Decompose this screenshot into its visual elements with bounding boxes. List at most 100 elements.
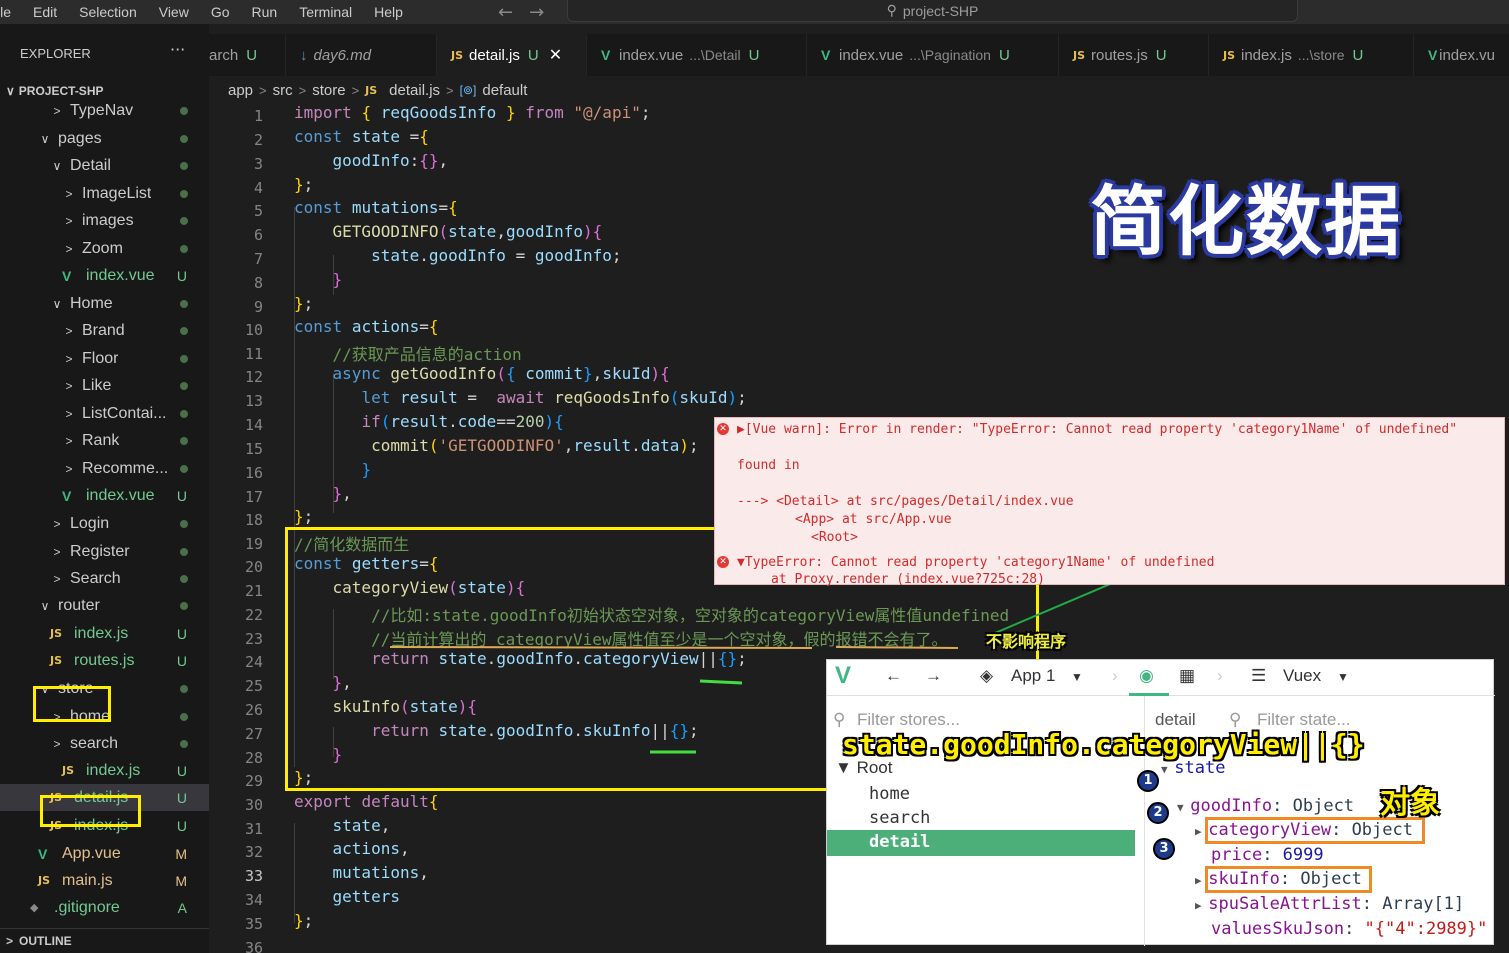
close-icon[interactable]: ✕ [549,45,562,65]
line-number: 30 [244,796,263,814]
valuesskujson-node: valuesSkuJson: "{"4":2989}" [1211,919,1488,939]
tree-item[interactable]: JS routes.js U [0,647,209,674]
command-center[interactable]: ⚲ project-SHP [567,0,1298,22]
code-line-5: const mutations={ [294,198,458,217]
tree-item[interactable]: > TypeNav [0,97,209,124]
breadcrumb-symbol[interactable]: default [482,82,527,99]
code-line-6: GETGOODINFO(state,goodInfo){ [332,222,603,241]
menu-terminal[interactable]: Terminal [288,4,363,20]
tree-item[interactable]: > ImageList [0,180,209,207]
tree-item[interactable]: > Register [0,538,209,565]
compass-icon[interactable]: ◉ [1139,666,1154,686]
tree-item[interactable]: ∨ router [0,592,209,619]
back-arrow-icon[interactable]: ← [498,2,513,23]
git-status-dot [180,684,188,693]
tree-item[interactable]: JS index.js U [0,757,209,784]
tree-item[interactable]: > search [0,730,209,757]
store-item-home[interactable]: home [869,784,910,804]
menu-view[interactable]: View [148,4,200,20]
timeline-icon[interactable]: ▦ [1179,666,1195,686]
caret-down-icon[interactable]: ▼ [1337,670,1349,684]
error-line[interactable]: ---> <Detail> at src/pages/Detail/index.… [737,494,1074,509]
filter-stores-input[interactable]: Filter stores... [857,710,960,730]
menu-help[interactable]: Help [363,4,414,20]
tree-item[interactable]: Vindex.vue U [0,262,209,289]
tree-item[interactable]: ∨ Detail [0,152,209,179]
breadcrumb-app[interactable]: app [228,82,253,99]
store-tree-root[interactable]: ▼ Root [835,758,892,778]
tree-item[interactable]: ∨ Home [0,290,209,317]
tree-item[interactable]: ∨ pages [0,125,209,152]
error-icon: ✕ [717,423,729,435]
forward-arrow-icon[interactable]: → [529,2,544,23]
tab-index-vue-pagination[interactable]: V index.vue ...\Pagination U [807,34,1059,76]
spusaleattrlist-node[interactable]: ▶ spuSaleAttrList: Array[1] [1195,894,1464,914]
detail-label: detail [1155,710,1196,729]
step-marker-1: 1 [1137,770,1159,792]
error-line[interactable]: at Proxy.render (index.vue?725c:28) [771,572,1045,587]
git-status-dot [180,354,188,363]
tree-item[interactable]: > Recomme... [0,455,209,482]
tree-item[interactable]: > Zoom [0,235,209,262]
state-node[interactable]: ▼ state [1161,758,1225,778]
back-arrow-icon[interactable]: ← [885,666,902,686]
tree-item[interactable]: JS main.js M [0,867,209,894]
tab-day6-md[interactable]: ↓ day6.md [286,34,437,76]
git-status-dot [180,216,188,225]
tree-item-label: router [58,596,100,614]
js-file-icon: JS [1073,48,1086,62]
git-status-dot [180,712,188,721]
editor-tabs: arch U ↓ day6.md JS detail.js U ✕ V inde… [209,34,1509,76]
store-item-search[interactable]: search [869,808,930,828]
outline-section[interactable]: > OUTLINE [0,928,209,953]
code-line-13: let result = await reqGoodsInfo(skuId); [361,388,747,407]
vuex-selector[interactable]: Vuex [1283,666,1321,686]
git-status-dot [180,739,188,748]
git-status-badge: M [175,845,187,862]
tab-index-vue-detail[interactable]: V index.vue ...\Detail U [587,34,807,76]
tree-item[interactable]: > Login [0,510,209,537]
menu-edit[interactable]: Edit [22,4,68,20]
more-actions-icon[interactable]: ··· [170,40,185,59]
breadcrumb-src[interactable]: src [273,82,293,99]
tree-item[interactable]: > Brand [0,317,209,344]
separator-icon: › [1112,666,1118,685]
tree-item[interactable]: > Rank [0,427,209,454]
error-line[interactable]: <App> at src/App.vue [795,512,952,527]
tab-detail-js[interactable]: JS detail.js U ✕ [437,34,587,76]
tab-index-js-store[interactable]: JS index.js ...\store U [1209,34,1414,76]
forward-arrow-icon[interactable]: → [925,666,942,686]
tree-item[interactable]: ◆ .gitignore A [0,894,209,921]
tree-item[interactable]: JS index.js U [0,620,209,647]
tab-routes-js[interactable]: JS routes.js U [1059,34,1209,76]
js-file-icon: JS [1223,48,1236,62]
menu-run[interactable]: Run [241,4,289,20]
app-selector[interactable]: App 1 [1011,666,1055,686]
filter-state-input[interactable]: Filter state... [1257,710,1351,730]
js-file-icon: JS [38,874,51,887]
menu-selection[interactable]: Selection [68,4,148,20]
tab-search[interactable]: arch U [209,34,286,76]
tree-item[interactable]: > Floor [0,345,209,372]
store-item-detail[interactable]: detail [827,830,1135,856]
tree-item[interactable]: > Search [0,565,209,592]
breadcrumb-file[interactable]: detail.js [389,82,440,99]
tree-item[interactable]: > images [0,207,209,234]
tree-item[interactable]: > ListContai... [0,400,209,427]
tree-item[interactable]: V App.vue M [0,840,209,867]
tab-index-vue-overflow[interactable]: V index.vu [1414,34,1509,76]
goodinfo-node[interactable]: ▼ goodInfo: Object [1177,796,1354,816]
tree-item[interactable]: > Like [0,372,209,399]
breadcrumb-store[interactable]: store [312,82,345,99]
line-number: 14 [244,416,263,434]
nav-arrows: ← → [498,0,544,24]
caret-down-icon[interactable]: ▼ [1071,670,1083,684]
error-line[interactable]: ▼TypeError: Cannot read property 'catego… [737,555,1214,570]
line-number: 16 [244,464,263,482]
tree-item[interactable]: Vindex.vue U [0,482,209,509]
chevron-right-icon: > [65,351,73,366]
menu-file[interactable]: ile [0,4,22,20]
menu-go[interactable]: Go [200,4,241,20]
git-status-badge: U [176,817,187,834]
chevron-right-icon: > [6,934,14,948]
